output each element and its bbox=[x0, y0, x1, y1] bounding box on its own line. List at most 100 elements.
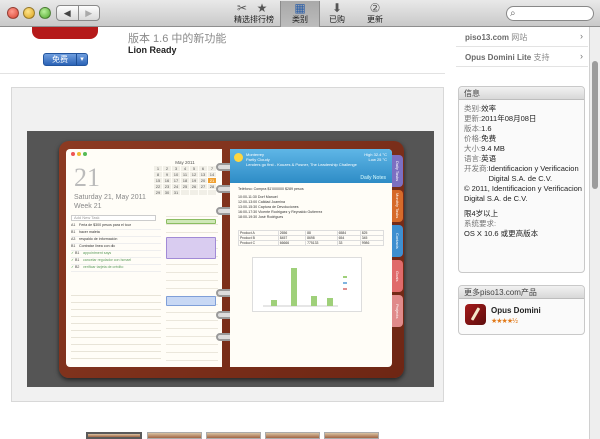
related-app-name: Opus Domini bbox=[491, 306, 541, 315]
forward-arrow-icon: ▶ bbox=[85, 7, 93, 18]
tab-daily-tasks[interactable]: Daily Tasks bbox=[392, 155, 403, 187]
add-task-field: Add New Task bbox=[71, 215, 156, 221]
weather-banner: Monterrey High 32.4 °C Partly Cloudy Low 2… bbox=[230, 149, 392, 183]
vertical-scrollbar[interactable] bbox=[589, 27, 600, 439]
day-number: 21 bbox=[74, 163, 100, 192]
updates-icon: ② bbox=[369, 1, 381, 15]
tab-projects[interactable]: Projects bbox=[392, 295, 403, 327]
developer-website-link[interactable]: piso13.com 网站 › bbox=[456, 27, 588, 47]
tab-goals[interactable]: Goals bbox=[392, 260, 403, 292]
thumbnail[interactable] bbox=[86, 432, 142, 439]
task-item: ✓B1 appointment says bbox=[71, 251, 161, 258]
tab-purchased[interactable]: ⬇ 已购 bbox=[317, 1, 357, 27]
info-title: 信息 bbox=[459, 87, 584, 100]
task-item: ✓B2 verificar tarjeta de crédito bbox=[71, 265, 161, 272]
task-item: A1 Feria de $300 pesos para el tour bbox=[71, 223, 161, 230]
sidebar: piso13.com 网站 › Opus Domini Lite 支持 › 信息… bbox=[456, 27, 588, 439]
hourly-schedule bbox=[166, 209, 218, 361]
app-icon bbox=[32, 27, 98, 39]
lion-ready-label: Lion Ready bbox=[128, 45, 177, 55]
sysreq-label: 系统要求: bbox=[464, 219, 497, 228]
tab-top-charts-label: 排行榜 bbox=[250, 15, 274, 24]
task-item: ✓B1 cancelar regulador con Ismael bbox=[71, 258, 161, 265]
tab-contacts[interactable]: Contacts bbox=[392, 225, 403, 257]
task-item: A3 respaldo de información bbox=[71, 237, 161, 244]
info-developer: 开发商: Identificacion y Verificacion Digita… bbox=[464, 164, 579, 183]
purchased-icon: ⬇ bbox=[331, 1, 343, 15]
planner-right-page: Monterrey High 32.4 °C Partly Cloudy Low 2… bbox=[230, 149, 392, 367]
more-apps-title: 更多piso13.com产品 bbox=[459, 286, 584, 299]
tab-updates[interactable]: ② 更新 bbox=[355, 1, 395, 27]
tab-categories-label: 类别 bbox=[292, 15, 308, 24]
search-input[interactable] bbox=[522, 8, 590, 19]
calendar-month: May 2011 bbox=[175, 160, 195, 165]
app-support-link[interactable]: Opus Domini Lite 支持 › bbox=[456, 47, 588, 67]
close-window-button[interactable] bbox=[7, 7, 19, 19]
sun-icon bbox=[234, 153, 243, 162]
planner-left-page: 21 Saturday 21, May 2011 Week 21 May 201… bbox=[66, 149, 222, 367]
daily-notes-label: Daily Notes bbox=[360, 175, 386, 181]
tab-monthly-tasks[interactable]: Monthly Tasks bbox=[392, 190, 403, 222]
forward-button[interactable]: ▶ bbox=[77, 6, 100, 20]
task-item: B1 hacer maleta bbox=[71, 230, 161, 237]
website-suffix: 网站 bbox=[511, 33, 528, 42]
info-price: 价格: 免费 bbox=[464, 134, 497, 143]
notes-chart-graphic bbox=[263, 268, 347, 307]
back-button[interactable]: ◀ bbox=[57, 6, 78, 20]
info-copyright: © 2011, Identificacion y Verificacion Di… bbox=[464, 184, 582, 203]
history-nav: ◀ ▶ bbox=[56, 5, 100, 21]
rating-stars: ★★★★½ bbox=[491, 318, 518, 325]
age-rating: 限4岁以上 bbox=[464, 209, 499, 218]
free-button-label: 免费 bbox=[52, 55, 68, 64]
screenshot-thumbnails bbox=[0, 430, 445, 439]
back-arrow-icon: ◀ bbox=[63, 7, 71, 18]
whats-new-title: 版本 1.6 中的新功能 bbox=[128, 33, 227, 45]
info-language: 语言: 英语 bbox=[464, 154, 497, 163]
support-suffix: 支持 bbox=[533, 53, 550, 62]
categories-icon: ▦ bbox=[294, 1, 306, 15]
opus-domini-icon bbox=[465, 304, 486, 325]
scrollbar-thumb[interactable] bbox=[592, 61, 598, 189]
thumbnail[interactable] bbox=[324, 432, 379, 439]
thumbnail[interactable] bbox=[265, 432, 320, 439]
chevron-down-icon[interactable]: ▾ bbox=[76, 54, 87, 65]
website-site: piso13.com bbox=[465, 33, 510, 42]
chevron-right-icon: › bbox=[580, 31, 583, 41]
tab-updates-label: 更新 bbox=[367, 15, 383, 24]
mini-calendar: May 2011 1234567 8 9 10 11 12 13 14 15 16 17 18 19… bbox=[154, 160, 216, 195]
thumbnail[interactable] bbox=[206, 432, 261, 439]
star-icon: ★ bbox=[256, 1, 268, 15]
daily-notes-text: Teléfono: Compra $1'000000 $289 pesos 10… bbox=[238, 187, 323, 219]
chevron-right-icon: › bbox=[580, 51, 583, 61]
tab-categories[interactable]: ▦ 类别 bbox=[280, 1, 320, 27]
window-dots bbox=[71, 152, 87, 156]
more-apps-box: 更多piso13.com产品 Opus Domini ★★★★½ bbox=[458, 285, 585, 335]
notes-chart bbox=[252, 257, 362, 312]
long-date: Saturday 21, May 2011 Week 21 bbox=[74, 193, 146, 211]
info-box: 信息 类别: 效率 更新: 2011年08月08日 版本: 1.6 价格: 免费 大小:… bbox=[458, 86, 585, 273]
calendar-event bbox=[166, 237, 216, 259]
planner-book: 21 Saturday 21, May 2011 Week 21 May 201… bbox=[59, 141, 404, 378]
info-updated: 更新: 2011年08月08日 bbox=[464, 114, 537, 123]
minimize-window-button[interactable] bbox=[23, 7, 35, 19]
task-list: A1 Feria de $300 pesos para el tour B1 hac… bbox=[71, 223, 161, 272]
tab-purchased-label: 已购 bbox=[329, 15, 345, 24]
support-app: Opus Domini Lite bbox=[465, 53, 532, 62]
calendar-event bbox=[166, 296, 216, 306]
related-app[interactable]: Opus Domini ★★★★½ bbox=[465, 304, 580, 332]
search-field[interactable]: ⌕ bbox=[506, 6, 594, 21]
app-screenshot[interactable]: 21 Saturday 21, May 2011 Week 21 May 201… bbox=[27, 131, 434, 387]
divider bbox=[0, 73, 445, 74]
info-version: 版本: 1.6 bbox=[464, 124, 492, 133]
sysreq-value: OS X 10.6 或更高版本 bbox=[464, 229, 539, 238]
free-button[interactable]: 免费 ▾ bbox=[43, 53, 88, 66]
week-text: Week 21 bbox=[74, 203, 102, 210]
info-size: 大小: 9.4 MB bbox=[464, 144, 505, 153]
zoom-window-button[interactable] bbox=[39, 7, 51, 19]
thumbnail[interactable] bbox=[147, 432, 202, 439]
notes-table: Product A 2656 88 6584 825 Product B 8457 8698… bbox=[238, 230, 385, 246]
calendar-event bbox=[166, 219, 216, 224]
tab-top-charts[interactable]: ★ 排行榜 bbox=[242, 1, 282, 27]
calendar-grid: 1234567 8 9 10 11 12 13 14 15 16 17 18 19 20 21 22 23… bbox=[154, 166, 216, 195]
search-icon: ⌕ bbox=[510, 8, 516, 19]
